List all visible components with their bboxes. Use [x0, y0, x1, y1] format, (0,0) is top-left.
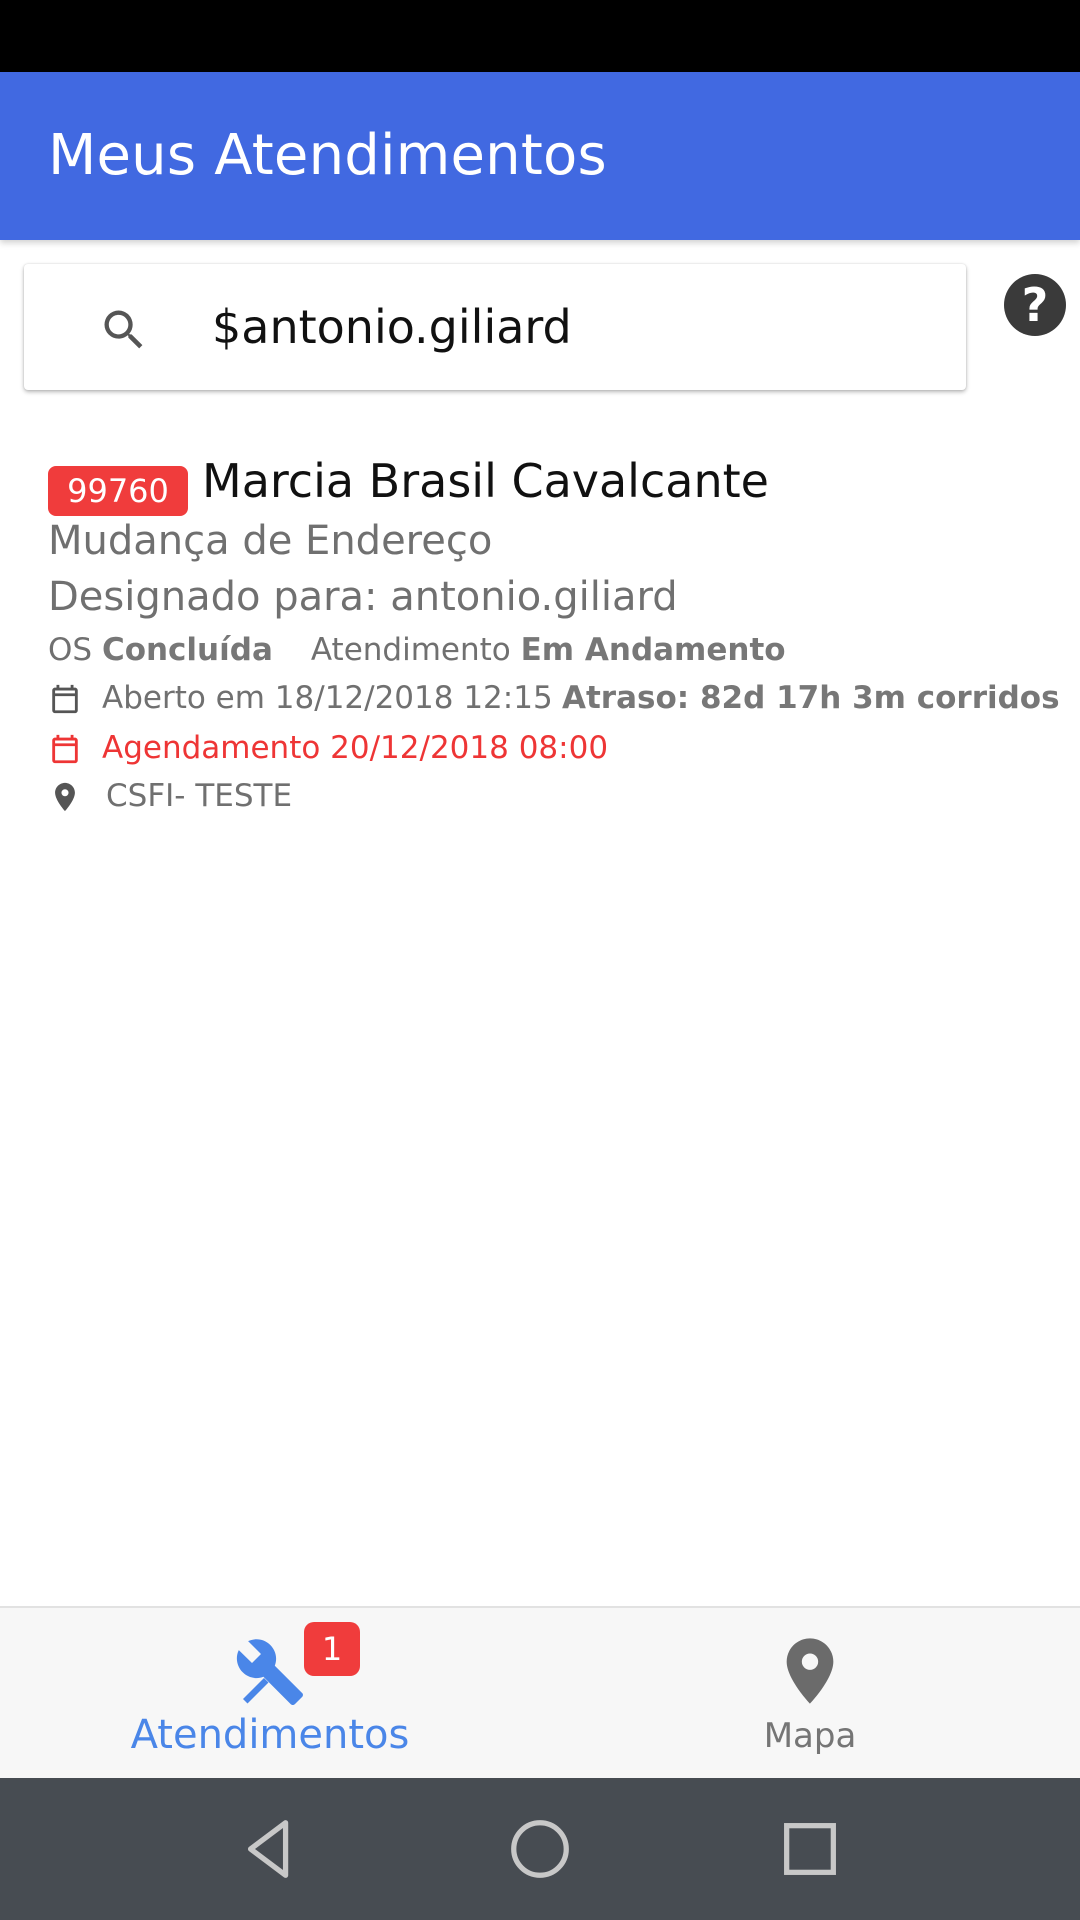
back-icon[interactable] [236, 1814, 306, 1884]
atendimento-label: Atendimento [310, 632, 521, 668]
status-line: OS Concluída Atendimento Em Andamento [48, 632, 786, 668]
calendar-icon [52, 684, 78, 714]
opened-date: Aberto em 18/12/2018 12:15 [102, 680, 553, 716]
notification-count-badge: 1 [304, 1622, 360, 1676]
page-title: Meus Atendimentos [48, 123, 607, 188]
location-pin-icon [55, 782, 75, 812]
bottom-navigation: 1 Atendimentos Mapa [0, 1606, 1080, 1778]
service-type: Mudança de Endereço [48, 518, 493, 564]
home-icon[interactable] [505, 1814, 575, 1884]
tools-icon [236, 1639, 303, 1705]
assigned-user: antonio.giliard [390, 574, 678, 620]
tab-atendimentos-label: Atendimentos [130, 1712, 410, 1758]
search-box[interactable] [24, 264, 966, 390]
app-bar: Meus Atendimentos [0, 72, 1080, 240]
order-id-badge: 99760 [48, 466, 188, 516]
tab-mapa[interactable]: Mapa [540, 1608, 1080, 1778]
system-nav-bar [0, 1778, 1080, 1920]
calendar-event-icon [52, 734, 78, 764]
location-name: CSFI- TESTE [106, 778, 293, 814]
atendimento-status: Em Andamento [520, 632, 786, 668]
os-status: Concluída [101, 632, 273, 668]
map-pin-icon [786, 1638, 834, 1704]
help-button[interactable]: ? [1004, 274, 1066, 336]
customer-name: Marcia Brasil Cavalcante [202, 454, 769, 508]
status-bar [0, 0, 1080, 72]
search-icon [104, 310, 143, 349]
schedule-date: Agendamento 20/12/2018 08:00 [102, 730, 609, 766]
assigned-prefix: Designado para: [48, 574, 391, 620]
search-input[interactable] [212, 264, 912, 390]
tab-atendimentos[interactable]: 1 Atendimentos [0, 1608, 540, 1778]
delay-text: Atraso: 82d 17h 3m corridos [562, 680, 1060, 716]
recent-apps-icon[interactable] [775, 1814, 845, 1884]
os-label: OS [48, 632, 102, 668]
tab-mapa-label: Mapa [763, 1716, 857, 1756]
assigned-to: Designado para: antonio.giliard [48, 574, 678, 620]
